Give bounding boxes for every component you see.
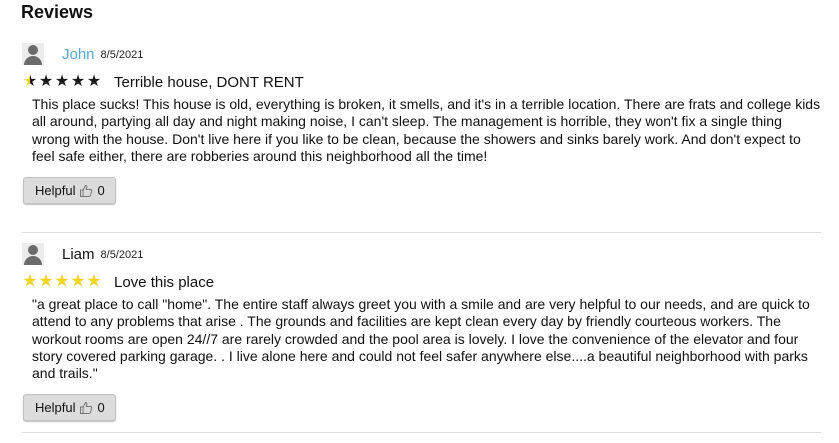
star-icon: ★: [86, 273, 102, 290]
review-date: 8/5/2021: [100, 249, 144, 261]
star-icon: ★: [70, 73, 86, 90]
star-icon: ★: [38, 73, 54, 90]
user-avatar-icon: [22, 243, 44, 265]
rating-row: ★ ★ ★ ★ ★ Terrible house, DONT RENT: [21, 71, 821, 93]
author-name: Liam: [62, 245, 95, 263]
thumbs-up-icon: [79, 401, 93, 415]
star-rating: ★ ★ ★ ★ ★: [22, 274, 102, 290]
star-icon: ★: [22, 273, 38, 290]
divider: [21, 432, 821, 433]
helpful-label: Helpful: [35, 183, 76, 199]
helpful-button[interactable]: Helpful 0: [23, 177, 116, 205]
helpful-count: 0: [97, 400, 105, 416]
review-header: Liam 8/5/2021: [21, 242, 821, 266]
rating-row: ★ ★ ★ ★ ★ Love this place: [21, 271, 821, 293]
divider: [21, 232, 821, 233]
review-body: This place sucks! This house is old, eve…: [32, 96, 821, 164]
review-date: 8/5/2021: [100, 49, 144, 61]
star-icon: ★: [22, 73, 38, 90]
star-icon: ★: [38, 273, 54, 290]
star-icon: ★: [86, 73, 102, 90]
helpful-label: Helpful: [35, 400, 76, 416]
review-title: Terrible house, DONT RENT: [114, 73, 304, 91]
user-avatar-icon: [22, 43, 44, 65]
helpful-count: 0: [97, 183, 105, 199]
star-icon: ★: [70, 273, 86, 290]
review-body: "a great place to call "home". The entir…: [32, 296, 810, 382]
author-name-link[interactable]: John: [62, 46, 95, 63]
star-icon: ★: [54, 73, 70, 90]
thumbs-up-icon: [79, 184, 93, 198]
reviews-heading: Reviews: [21, 2, 94, 22]
star-rating: ★ ★ ★ ★ ★: [22, 74, 102, 90]
star-icon: ★: [54, 273, 70, 290]
review-item: John 8/5/2021 ★ ★ ★ ★ ★ Terrible house, …: [21, 42, 821, 205]
helpful-button[interactable]: Helpful 0: [23, 394, 116, 422]
review-header: John 8/5/2021: [21, 42, 821, 66]
review-title: Love this place: [114, 273, 215, 291]
review-item: Liam 8/5/2021 ★ ★ ★ ★ ★ Love this place …: [21, 242, 821, 422]
